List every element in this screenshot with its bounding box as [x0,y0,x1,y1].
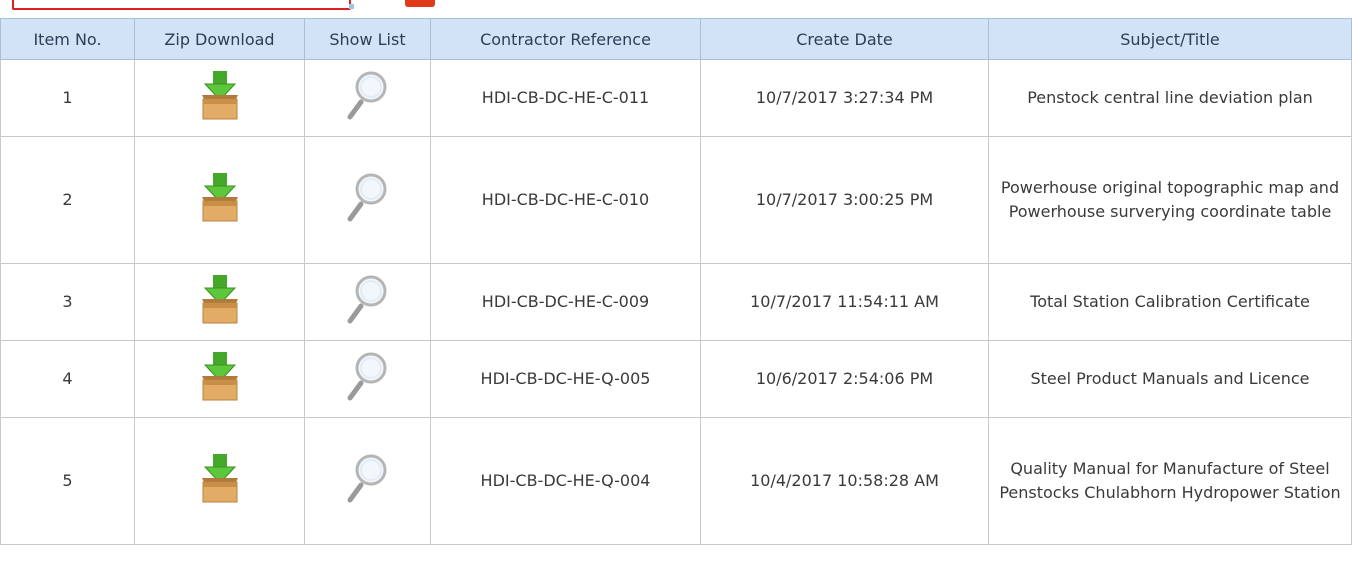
zip-download-cell [134,136,305,264]
search-field[interactable] [12,0,351,10]
subject-title-cell: Total Station Calibration Certificate [988,263,1352,341]
zip-download-icon[interactable] [198,169,242,225]
show-list-cell [304,59,431,137]
magnifier-icon[interactable] [346,348,390,404]
zip-download-icon[interactable] [198,348,242,404]
zip-download-icon[interactable] [198,450,242,506]
zip-download-cell [134,263,305,341]
show-list-cell [304,417,431,545]
magnifier-icon[interactable] [346,67,390,123]
contractor-reference-cell: HDI-CB-DC-HE-C-011 [430,59,701,137]
contractor-reference-cell: HDI-CB-DC-HE-C-009 [430,263,701,341]
contractor-reference-cell: HDI-CB-DC-HE-C-010 [430,136,701,264]
item-no-cell: 1 [0,59,135,137]
subject-title-cell: Steel Product Manuals and Licence [988,340,1352,418]
magnifier-icon[interactable] [346,271,390,327]
action-button[interactable] [405,0,435,7]
col-header-zip-download[interactable]: Zip Download [134,18,305,60]
show-list-cell [304,263,431,341]
table-row: 1 HDI-CB-DC-HE-C-011 10/7/2017 3:27:34 P… [0,59,1352,137]
item-no-cell: 2 [0,136,135,264]
zip-download-icon[interactable] [198,271,242,327]
create-date-cell: 10/7/2017 3:00:25 PM [700,136,989,264]
magnifier-icon[interactable] [346,169,390,225]
table-row: 3 HDI-CB-DC-HE-C-009 10/7/2017 11:54:11 … [0,263,1352,341]
resize-handle [349,4,354,9]
table-row: 5 HDI-CB-DC-HE-Q-004 10/4/2017 10:58:28 … [0,417,1352,545]
contractor-reference-cell: HDI-CB-DC-HE-Q-004 [430,417,701,545]
create-date-cell: 10/4/2017 10:58:28 AM [700,417,989,545]
show-list-cell [304,340,431,418]
top-toolbar [0,0,1352,20]
zip-download-cell [134,417,305,545]
create-date-cell: 10/7/2017 11:54:11 AM [700,263,989,341]
create-date-cell: 10/6/2017 2:54:06 PM [700,340,989,418]
item-no-cell: 5 [0,417,135,545]
subject-title-cell: Powerhouse original topographic map and … [988,136,1352,264]
item-no-cell: 4 [0,340,135,418]
col-header-item-no[interactable]: Item No. [0,18,135,60]
subject-title-cell: Penstock central line deviation plan [988,59,1352,137]
create-date-cell: 10/7/2017 3:27:34 PM [700,59,989,137]
item-no-cell: 3 [0,263,135,341]
col-header-contractor-reference[interactable]: Contractor Reference [430,18,701,60]
magnifier-icon[interactable] [346,450,390,506]
zip-download-icon[interactable] [198,67,242,123]
col-header-create-date[interactable]: Create Date [700,18,989,60]
table-row: 2 HDI-CB-DC-HE-C-010 10/7/2017 3:00:25 P… [0,136,1352,264]
zip-download-cell [134,340,305,418]
contractor-reference-cell: HDI-CB-DC-HE-Q-005 [430,340,701,418]
col-header-show-list[interactable]: Show List [304,18,431,60]
subject-title-cell: Quality Manual for Manufacture of Steel … [988,417,1352,545]
show-list-cell [304,136,431,264]
zip-download-cell [134,59,305,137]
documents-table: Item No. Zip Download Show List Contract… [0,18,1352,545]
col-header-subject-title[interactable]: Subject/Title [988,18,1352,60]
table-row: 4 HDI-CB-DC-HE-Q-005 10/6/2017 2:54:06 P… [0,340,1352,418]
table-header-row: Item No. Zip Download Show List Contract… [0,18,1352,60]
